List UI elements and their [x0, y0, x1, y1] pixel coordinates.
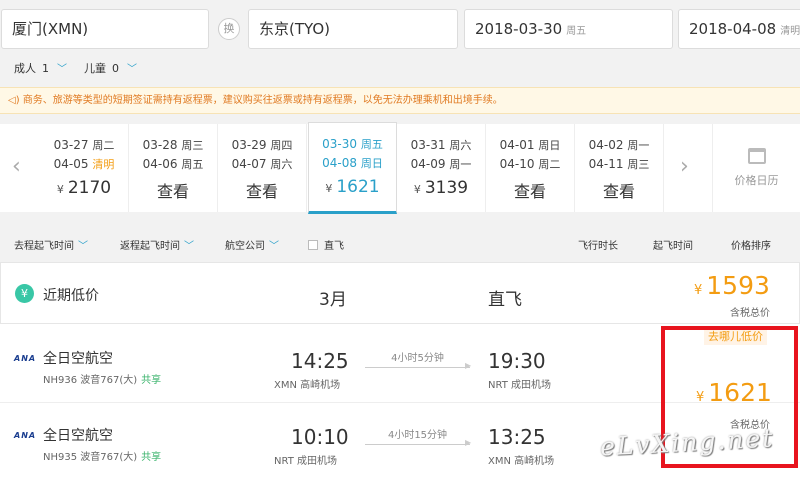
- sort-duration[interactable]: 飞行时长: [578, 237, 618, 252]
- return-date-input[interactable]: 2018-04-08 清明: [678, 9, 800, 49]
- chevron-down-icon: ﹀: [127, 64, 137, 75]
- filter-bar: 去程起飞时间 ﹀ 返程起飞时间 ﹀ 航空公司 ﹀ 直飞 飞行时长 起飞时间 价格排序: [0, 229, 800, 259]
- arrow-right-icon: ▶: [465, 361, 472, 370]
- date-option[interactable]: 03-29 周四 04-07 周六 查看: [218, 124, 307, 212]
- child-select[interactable]: 儿童 0 ﹀: [84, 60, 137, 76]
- ana-logo: ANA: [14, 431, 37, 440]
- swap-cities-button[interactable]: 换: [218, 18, 240, 40]
- recent-low-price-row[interactable]: ¥ 近期低价 3月 直飞 ¥1593 含税总价: [0, 262, 800, 324]
- chevron-down-icon: ﹀: [57, 64, 67, 75]
- date-option[interactable]: 04-01 周日 04-10 周二 查看: [486, 124, 575, 212]
- from-city-input[interactable]: 厦门(XMN): [1, 9, 209, 49]
- to-city-input[interactable]: 东京(TYO): [248, 9, 458, 49]
- date-option[interactable]: 04-02 周一 04-11 周三 查看: [575, 124, 664, 212]
- ana-logo: ANA: [14, 354, 37, 363]
- visa-notice: ◁) 商务、旅游等类型的短期签证需持有返程票，建议购买往返票或持有返程票，以免无…: [0, 87, 800, 114]
- speaker-icon: ◁): [8, 95, 23, 106]
- yen-icon: ¥: [15, 284, 34, 303]
- depart-time-filter[interactable]: 去程起飞时间 ﹀: [14, 237, 88, 252]
- adult-select[interactable]: 成人 1 ﹀: [14, 60, 67, 76]
- arrow-right-icon: ▶: [465, 438, 472, 447]
- depart-date-input[interactable]: 2018-03-30 周五: [464, 9, 673, 49]
- direct-checkbox[interactable]: 直飞: [308, 237, 344, 252]
- sort-price[interactable]: 价格排序: [731, 237, 771, 252]
- next-dates-arrow-icon[interactable]: ›: [680, 154, 689, 179]
- sort-takeoff[interactable]: 起飞时间: [653, 237, 693, 252]
- low-price-value: ¥1593: [694, 271, 770, 300]
- date-strip: ‹ 03-27 周二 04-05 清明 ¥2170 03-28 周三 04-06 周五查…: [0, 122, 800, 214]
- airline-filter[interactable]: 航空公司 ﹀: [225, 237, 279, 252]
- return-time-filter[interactable]: 返程起飞时间 ﹀: [120, 237, 194, 252]
- price-calendar-button[interactable]: 价格日历: [712, 124, 800, 212]
- date-option[interactable]: 03-30 周五 04-08 周日 ¥1621: [308, 122, 397, 214]
- date-option[interactable]: 03-27 周二 04-05 清明 ¥2170: [40, 124, 129, 212]
- calendar-icon: [747, 148, 766, 164]
- date-option[interactable]: 03-28 周三 04-06 周五 查看: [129, 124, 218, 212]
- prev-dates-arrow-icon[interactable]: ‹: [12, 154, 21, 179]
- date-option[interactable]: 03-31 周六 04-09 周一 ¥3139: [397, 124, 486, 212]
